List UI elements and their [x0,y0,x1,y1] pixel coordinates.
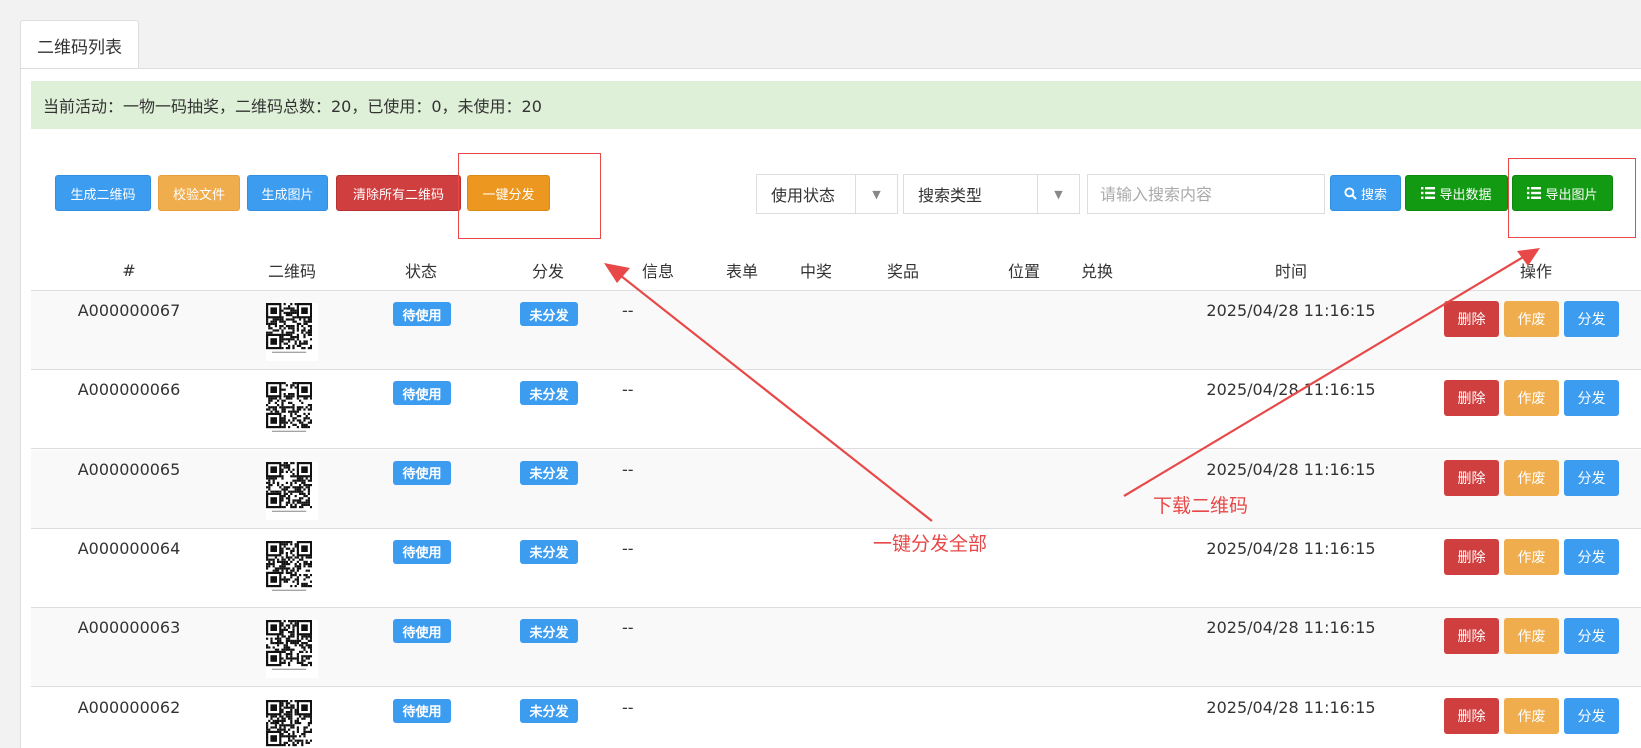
distribution-badge: 未分发 [520,460,578,485]
annotation-distribute-all-note: 一键分发全部 [873,533,988,555]
export-data-button[interactable]: 导出数据 [1405,175,1508,211]
distribution-badge: 未分发 [520,381,578,406]
col-header-location: 位置 [1007,262,1040,281]
table-row: A000000062 待使用 未分发 -- 2025/04/28 11:16:1… [31,687,1641,748]
activity-summary-text: 当前活动：一物一码抽奖，二维码总数：20，已使用：0，未使用：20 [43,97,542,116]
table-row: A000000065 待使用 未分发 -- 2025/04/28 11:16:1… [31,449,1641,529]
tab-qr-list[interactable]: 二维码列表 [20,20,139,69]
delete-button[interactable]: 删除 [1444,380,1499,417]
distribute-button[interactable]: 分发 [1564,380,1619,417]
status-badge: 待使用 [393,460,451,485]
search-button-label: 搜索 [1360,187,1387,203]
qr-code-id: A000000067 [77,301,181,320]
delete-button[interactable]: 删除 [1444,697,1499,734]
status-badge: 待使用 [393,539,451,564]
distribution-badge: 未分发 [520,619,578,644]
qr-code-id: A000000065 [77,459,181,479]
distribute-button[interactable]: 分发 [1564,301,1619,337]
list-icon [1421,187,1436,199]
void-button[interactable]: 作废 [1504,538,1559,575]
col-header-qr: 二维码 [267,262,316,281]
distribute-button[interactable]: 分发 [1564,618,1619,655]
void-button[interactable]: 作废 [1504,459,1559,496]
status-badge: 待使用 [393,302,451,326]
annotation-box-distribute [458,153,601,239]
usage-status-select[interactable]: 使用状态 ▼ [756,174,898,214]
void-button[interactable]: 作废 [1504,380,1559,417]
void-button[interactable]: 作废 [1504,697,1559,734]
table-row: A000000064 待使用 未分发 -- 2025/04/28 11:16:1… [31,528,1641,608]
qr-code-image[interactable] [266,540,318,599]
qr-code-id: A000000063 [77,618,181,638]
col-header-info: 信息 [641,262,674,281]
void-button[interactable]: 作废 [1504,301,1559,337]
qr-code-id: A000000062 [77,697,181,717]
time-value: 2025/04/28 11:16:15 [1206,459,1376,479]
annotation-box-export [1508,158,1636,238]
col-header-time: 时间 [1274,262,1307,281]
qr-code-id: A000000066 [77,380,181,400]
info-value: -- [622,697,634,717]
qr-code-image[interactable] [266,303,318,361]
search-button[interactable]: 搜索 [1330,175,1401,211]
time-value: 2025/04/28 11:16:15 [1206,618,1376,638]
annotation-download-note: 下载二维码 [1153,495,1249,517]
delete-button[interactable]: 删除 [1444,301,1499,337]
search-input[interactable] [1087,174,1325,214]
col-header-distribution: 分发 [531,262,564,281]
usage-status-label: 使用状态 [771,186,836,205]
table-row: A000000066 待使用 未分发 -- 2025/04/28 11:16:1… [31,370,1641,450]
distribute-button[interactable]: 分发 [1564,697,1619,734]
info-value: -- [622,538,634,558]
table-header: # 二维码 状态 分发 信息 表单 中奖 奖品 位置 兑换 时间 操作 [31,249,1641,291]
distribution-badge: 未分发 [520,539,578,564]
status-badge: 待使用 [393,619,451,644]
table-row: A000000067 待使用 未分发 -- 2025/04/28 11:16:1… [31,291,1641,370]
info-value: -- [622,459,634,479]
clear-all-qr-button[interactable]: 清除所有二维码 [336,175,461,211]
qr-code-id: A000000064 [77,538,181,558]
caret-down-icon: ▼ [855,175,897,213]
search-type-select[interactable]: 搜索类型 ▼ [903,174,1080,214]
qr-code-image[interactable] [266,382,318,441]
distribute-button[interactable]: 分发 [1564,459,1619,496]
tab-bar: 二维码列表 [0,0,1641,69]
time-value: 2025/04/28 11:16:15 [1206,380,1376,400]
status-badge: 待使用 [393,381,451,406]
search-icon [1344,186,1357,200]
col-header-redeem: 兑换 [1080,262,1113,281]
time-value: 2025/04/28 11:16:15 [1206,697,1376,717]
table-row: A000000063 待使用 未分发 -- 2025/04/28 11:16:1… [31,608,1641,688]
status-badge: 待使用 [393,698,451,723]
info-value: -- [622,380,634,400]
qr-code-image[interactable] [266,620,318,679]
delete-button[interactable]: 删除 [1444,618,1499,655]
generate-qr-button[interactable]: 生成二维码 [55,175,151,211]
col-header-winning: 中奖 [799,262,832,281]
time-value: 2025/04/28 11:16:15 [1206,538,1376,558]
info-value: -- [622,301,634,320]
info-value: -- [622,618,634,638]
qr-code-image[interactable] [266,461,318,520]
generate-image-button[interactable]: 生成图片 [247,175,328,211]
verify-file-button[interactable]: 校验文件 [158,175,240,211]
col-header-status: 状态 [404,262,437,281]
void-button[interactable]: 作废 [1504,618,1559,655]
col-header-id: # [122,260,136,280]
col-header-actions: 操作 [1519,262,1552,281]
export-data-label: 导出数据 [1439,187,1492,203]
distribute-button[interactable]: 分发 [1564,538,1619,575]
time-value: 2025/04/28 11:16:15 [1206,301,1376,320]
activity-summary-alert: 当前活动：一物一码抽奖，二维码总数：20，已使用：0，未使用：20 [31,81,1641,129]
distribution-badge: 未分发 [520,698,578,723]
caret-down-icon: ▼ [1037,175,1079,213]
distribution-badge: 未分发 [520,302,578,326]
col-header-form: 表单 [725,262,758,281]
delete-button[interactable]: 删除 [1444,538,1499,575]
delete-button[interactable]: 删除 [1444,459,1499,496]
search-type-label: 搜索类型 [918,186,983,205]
qr-code-image[interactable] [266,699,318,748]
col-header-prize: 奖品 [886,262,919,281]
